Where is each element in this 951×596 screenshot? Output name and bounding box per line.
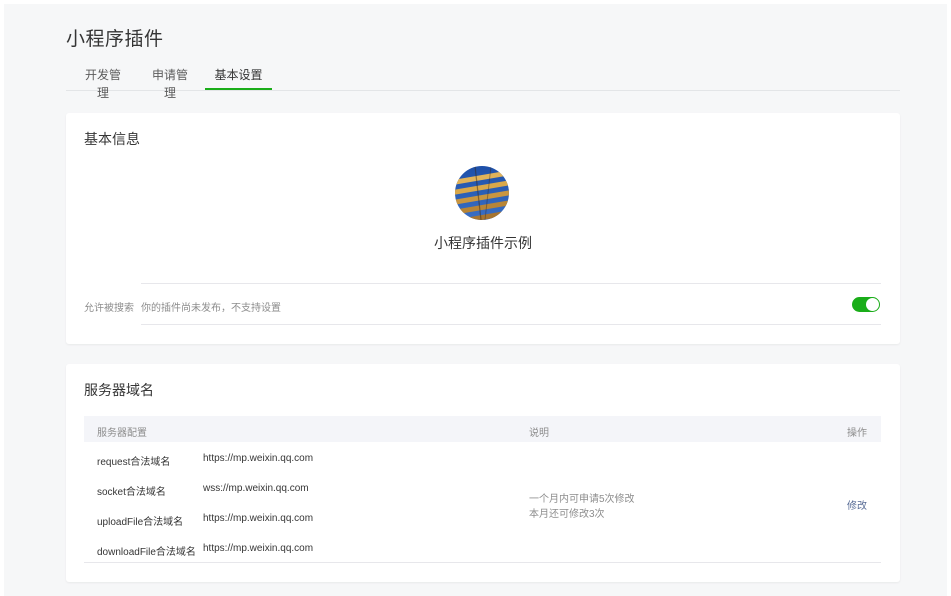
allow-search-label: 允许被搜索 [84,303,134,314]
domain-row-name: socket合法域名 [97,487,166,498]
domain-row-name: downloadFile合法域名 [97,547,196,558]
plugin-avatar [455,166,509,220]
remaining-modifications-note: 本月还可修改3次 [529,509,605,520]
tab-basic-settings[interactable]: 基本设置 [205,66,272,90]
domain-row-name: uploadFile合法域名 [97,517,184,528]
allow-search-description: 你的插件尚未发布，不支持设置 [141,303,281,314]
domain-row-value: https://mp.weixin.qq.com [203,513,314,524]
tab-application-management[interactable]: 申请管理 [148,66,192,100]
column-header-action: 操作 [847,428,867,439]
plugin-name: 小程序插件示例 [434,235,532,251]
table-bottom-border [84,562,881,563]
tab-dev-management[interactable]: 开发管理 [81,66,125,100]
tab-bar: 开发管理 申请管理 基本设置 [66,62,900,100]
column-header-config: 服务器配置 [97,428,147,439]
page-title: 小程序插件 [66,29,164,50]
domain-row-value: https://mp.weixin.qq.com [203,543,314,554]
server-domain-card: 服务器域名 服务器配置 说明 操作 request合法域名 https://mp… [66,364,900,582]
divider [141,283,881,284]
basic-info-card: 基本信息 小程序插件示例 允许被搜索 你的插件尚未发布，不支持设置 [66,113,900,344]
page-background: 小程序插件 开发管理 申请管理 基本设置 基本信息 小程序插件示例 允许被搜索 … [4,4,947,596]
domain-row-value: wss://mp.weixin.qq.com [203,483,309,494]
column-header-note: 说明 [529,428,549,439]
edit-domains-link[interactable]: 修改 [847,497,867,512]
domain-row-name: request合法域名 [97,457,171,468]
domain-row-value: https://mp.weixin.qq.com [203,453,314,464]
modification-limit-note: 一个月内可申请5次修改 [529,494,635,505]
toggle-knob [866,298,879,311]
allow-search-toggle[interactable] [852,297,880,312]
basic-info-title: 基本信息 [84,131,140,147]
table-header: 服务器配置 说明 操作 [84,416,881,442]
server-domain-title: 服务器域名 [84,382,154,398]
divider [141,324,881,325]
